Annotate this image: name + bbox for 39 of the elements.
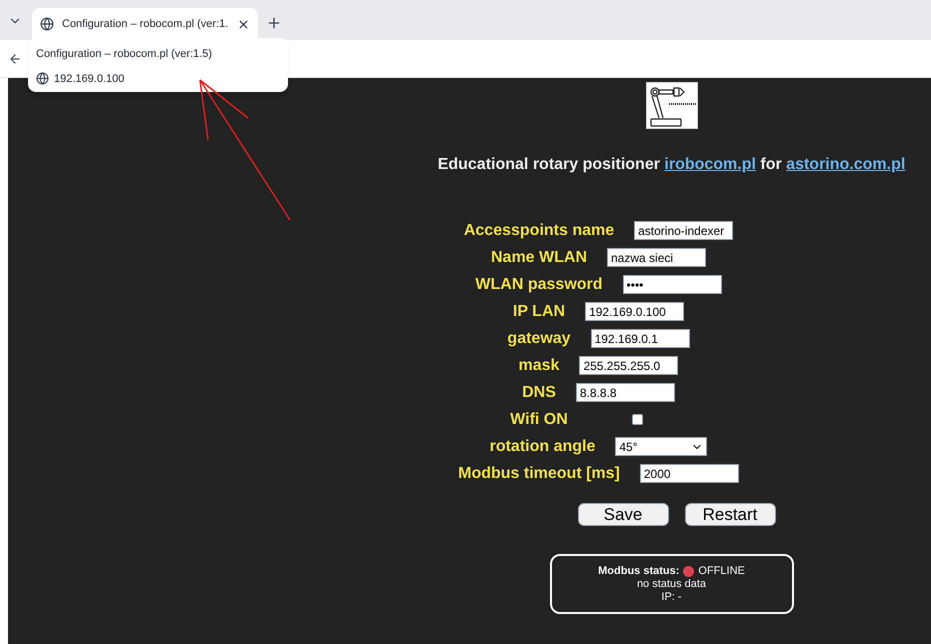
input-field[interactable]: nazwa sieci (607, 248, 706, 267)
input-field[interactable]: 8.8.8.8 (576, 383, 675, 402)
field-label: IP LAN (512, 302, 566, 322)
status-value: OFFLINE (698, 564, 745, 578)
link[interactable]: irobocom.pl (664, 156, 756, 173)
field-label: rotation angle (490, 436, 596, 456)
input-field[interactable]: 192.169.0.1 (590, 329, 690, 348)
field-label: DNS (522, 382, 556, 402)
input-field[interactable]: 192.169.0.100 (585, 302, 684, 321)
link[interactable]: astorino.com.pl (786, 156, 906, 173)
field-label: WLAN password (475, 274, 603, 294)
input-field[interactable]: 255.255.255.0 (579, 356, 678, 375)
tooltip-url: 192.169.0.100 (54, 72, 124, 86)
page-heading: Educational rotary positioner irobocom.pl for astorino.com.pl (438, 155, 906, 175)
browser-tab[interactable]: Configuration – robocom.pl (ver:1. (32, 8, 258, 40)
tooltip-title: Configuration – robocom.pl (ver:1.5) (36, 47, 214, 62)
field-label: Accesspoints name (464, 220, 614, 240)
ip-text: IP: - (661, 590, 682, 604)
form-button[interactable]: Restart (684, 503, 776, 526)
input-field[interactable]: astorino-indexer (634, 221, 734, 240)
field-label: Wifi ON (510, 410, 568, 430)
form-button[interactable]: Save (578, 503, 668, 526)
tab-title: Configuration – robocom.pl (ver:1. (62, 16, 228, 32)
field-label: gateway (507, 328, 571, 348)
status-label: Modbus status: (598, 564, 680, 578)
dropdown[interactable]: 45° (615, 437, 708, 456)
new-tab-icon[interactable] (266, 15, 282, 31)
checkbox[interactable] (632, 414, 643, 425)
robot-arm-logo (646, 82, 698, 129)
field-label: Modbus timeout [ms] (458, 464, 620, 484)
field-label: mask (518, 356, 560, 376)
input-field[interactable]: 2000 (640, 464, 739, 483)
globe-icon (36, 72, 49, 86)
input-field[interactable]: •••• (622, 275, 722, 294)
status-detail: no status data (636, 578, 706, 590)
globe-icon (40, 17, 54, 31)
back-icon[interactable] (8, 52, 22, 66)
close-icon[interactable] (237, 18, 250, 30)
field-label: Name WLAN (490, 248, 587, 268)
